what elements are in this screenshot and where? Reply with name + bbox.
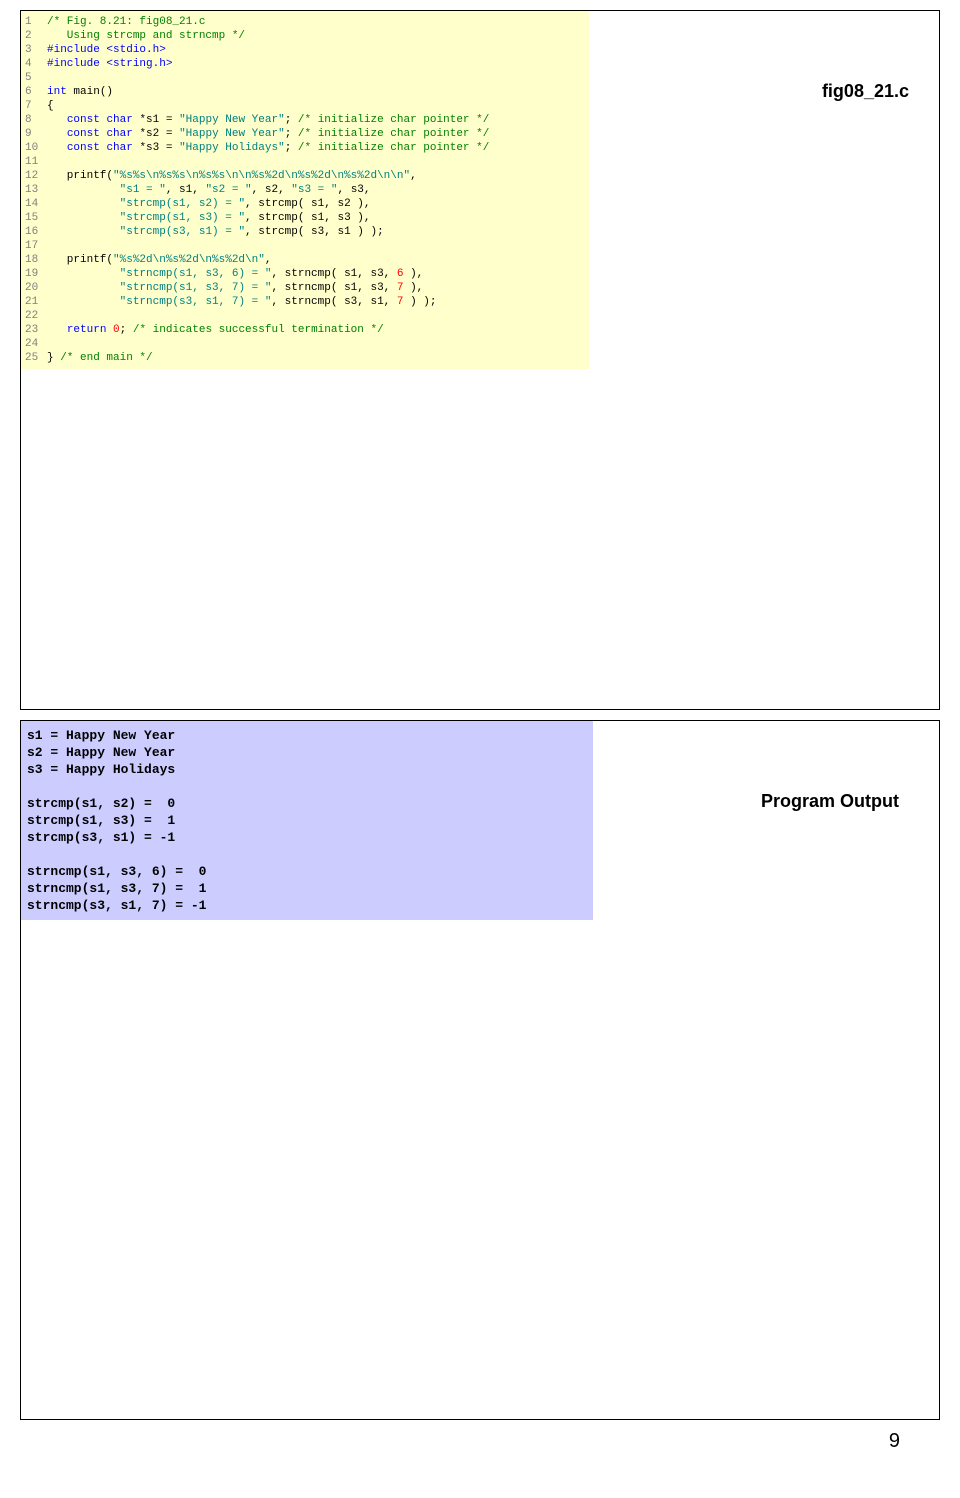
code-line: 20 "strncmp(s1, s3, 7) = ", strncmp( s1,… (25, 281, 585, 295)
code-line: 13 "s1 = ", s1, "s2 = ", s2, "s3 = ", s3… (25, 183, 585, 197)
code-line: 15 "strcmp(s1, s3) = ", strcmp( s1, s3 )… (25, 211, 585, 225)
code-line: 7{ (25, 99, 585, 113)
code-line: 3#include <stdio.h> (25, 43, 585, 57)
code-line: 8 const char *s1 = "Happy New Year"; /* … (25, 113, 585, 127)
code-line: 6int main() (25, 85, 585, 99)
code-line: 18 printf("%s%2d\n%s%2d\n%s%2d\n", (25, 253, 585, 267)
code-slide: 1/* Fig. 8.21: fig08_21.c2 Using strcmp … (20, 10, 940, 710)
filename-label: fig08_21.c (822, 81, 909, 102)
code-line: 17 (25, 239, 585, 253)
code-line: 4#include <string.h> (25, 57, 585, 71)
code-line: 16 "strcmp(s3, s1) = ", strcmp( s3, s1 )… (25, 225, 585, 239)
code-line: 5 (25, 71, 585, 85)
code-line: 10 const char *s3 = "Happy Holidays"; /*… (25, 141, 585, 155)
code-line: 25} /* end main */ (25, 351, 585, 365)
page-number: 9 (0, 1430, 960, 1453)
code-line: 9 const char *s2 = "Happy New Year"; /* … (25, 127, 585, 141)
code-line: 22 (25, 309, 585, 323)
code-line: 23 return 0; /* indicates successful ter… (25, 323, 585, 337)
code-line: 14 "strcmp(s1, s2) = ", strcmp( s1, s2 )… (25, 197, 585, 211)
code-line: 12 printf("%s%s\n%s%s\n%s%s\n\n%s%2d\n%s… (25, 169, 585, 183)
code-line: 1/* Fig. 8.21: fig08_21.c (25, 15, 585, 29)
output-label: Program Output (761, 791, 899, 812)
output-slide: s1 = Happy New Year s2 = Happy New Year … (20, 720, 940, 1420)
program-output: s1 = Happy New Year s2 = Happy New Year … (21, 721, 593, 920)
code-listing: 1/* Fig. 8.21: fig08_21.c2 Using strcmp … (21, 11, 589, 369)
code-line: 21 "strncmp(s3, s1, 7) = ", strncmp( s3,… (25, 295, 585, 309)
code-line: 2 Using strcmp and strncmp */ (25, 29, 585, 43)
code-line: 24 (25, 337, 585, 351)
code-line: 19 "strncmp(s1, s3, 6) = ", strncmp( s1,… (25, 267, 585, 281)
code-line: 11 (25, 155, 585, 169)
